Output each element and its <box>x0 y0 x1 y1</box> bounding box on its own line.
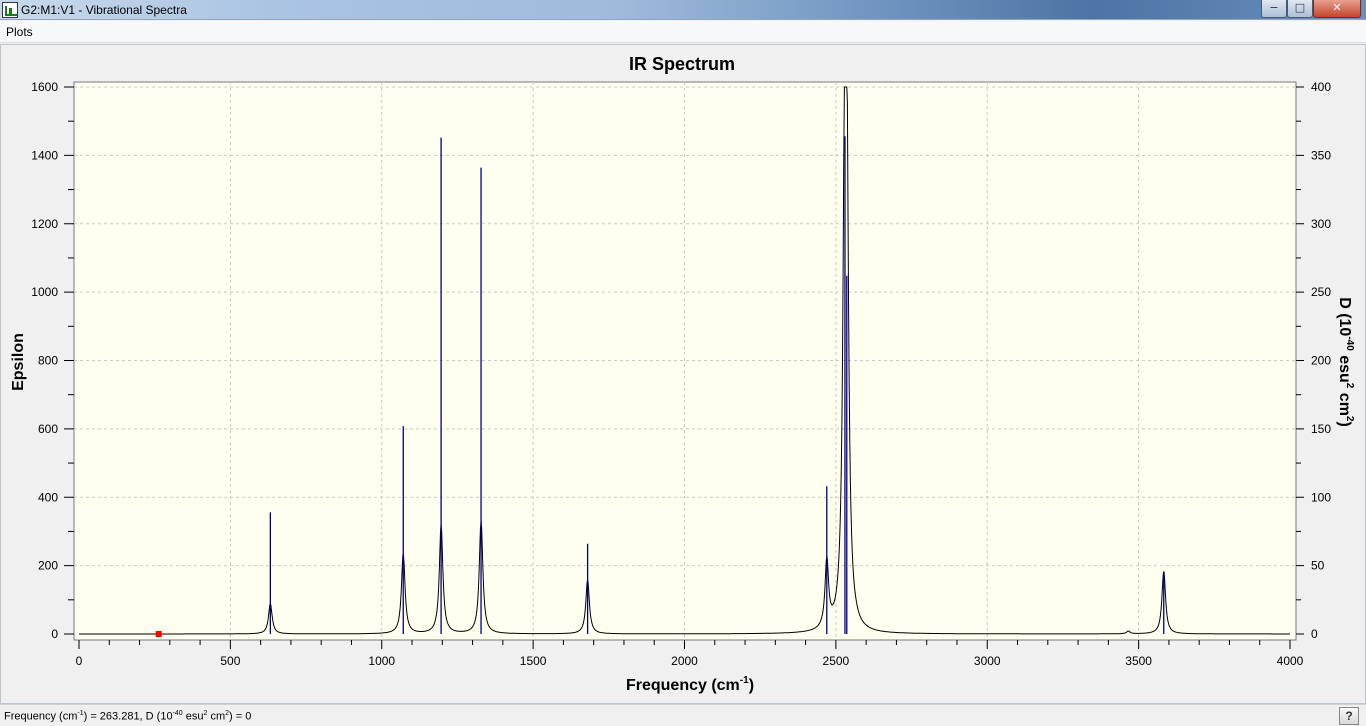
y-tick-label: 800 <box>38 354 58 368</box>
x-axis-label: Frequency (cm-1) <box>626 675 754 694</box>
cursor-marker <box>155 631 162 637</box>
x-tick-label: 500 <box>220 654 240 668</box>
minimize-button[interactable]: − <box>1261 0 1287 18</box>
window-title: G2:M1:V1 - Vibrational Spectra <box>21 3 187 17</box>
y-tick-label: 1200 <box>31 217 58 231</box>
y-tick-label: 1400 <box>31 148 58 162</box>
y2-axis-label: D (10-40 esu2 cm2) <box>1336 297 1355 427</box>
y-tick-label: 400 <box>38 490 58 504</box>
y2-tick-label: 350 <box>1311 148 1331 162</box>
y-axis-label: Epsilon <box>10 333 27 391</box>
chart-title: IR Spectrum <box>629 54 735 74</box>
status-bar: Frequency (cm-1) = 263.281, D (10-40 esu… <box>0 704 1366 726</box>
y2-tick-label: 100 <box>1311 490 1331 504</box>
ir-spectrum-chart[interactable]: IR Spectrum 0200400600800100012001400160… <box>0 44 1366 704</box>
y-tick-label: 1000 <box>31 285 58 299</box>
x-tick-label: 4000 <box>1277 654 1304 668</box>
x-tick-label: 1000 <box>368 654 395 668</box>
y-tick-label: 0 <box>51 627 58 641</box>
maximize-button[interactable]: □ <box>1287 0 1313 18</box>
y2-tick-label: 200 <box>1311 354 1331 368</box>
y-tick-label: 600 <box>38 422 58 436</box>
y2-tick-label: 50 <box>1311 559 1325 573</box>
help-button[interactable]: ? <box>1339 707 1359 725</box>
y-tick-label: 200 <box>38 559 58 573</box>
menu-bar: Plots <box>0 21 1366 43</box>
y2-tick-label: 0 <box>1311 627 1318 641</box>
y2-tick-label: 250 <box>1311 285 1331 299</box>
y-tick-label: 1600 <box>31 80 58 94</box>
x-tick-label: 3500 <box>1125 654 1152 668</box>
title-bar[interactable]: G2:M1:V1 - Vibrational Spectra − □ ✕ <box>0 0 1366 20</box>
x-tick-label: 0 <box>76 654 83 668</box>
y2-tick-label: 300 <box>1311 217 1331 231</box>
x-tick-label: 2000 <box>671 654 698 668</box>
x-tick-label: 3000 <box>974 654 1001 668</box>
y2-tick-label: 400 <box>1311 80 1331 94</box>
spectrum-app-icon[interactable] <box>2 2 18 18</box>
x-tick-label: 1500 <box>520 654 547 668</box>
x-tick-label: 2500 <box>823 654 850 668</box>
close-button[interactable]: ✕ <box>1313 0 1361 18</box>
y2-tick-label: 150 <box>1311 422 1331 436</box>
cursor-readout: Frequency (cm-1) = 263.281, D (10-40 esu… <box>4 710 252 723</box>
menu-plots[interactable]: Plots <box>6 25 33 39</box>
